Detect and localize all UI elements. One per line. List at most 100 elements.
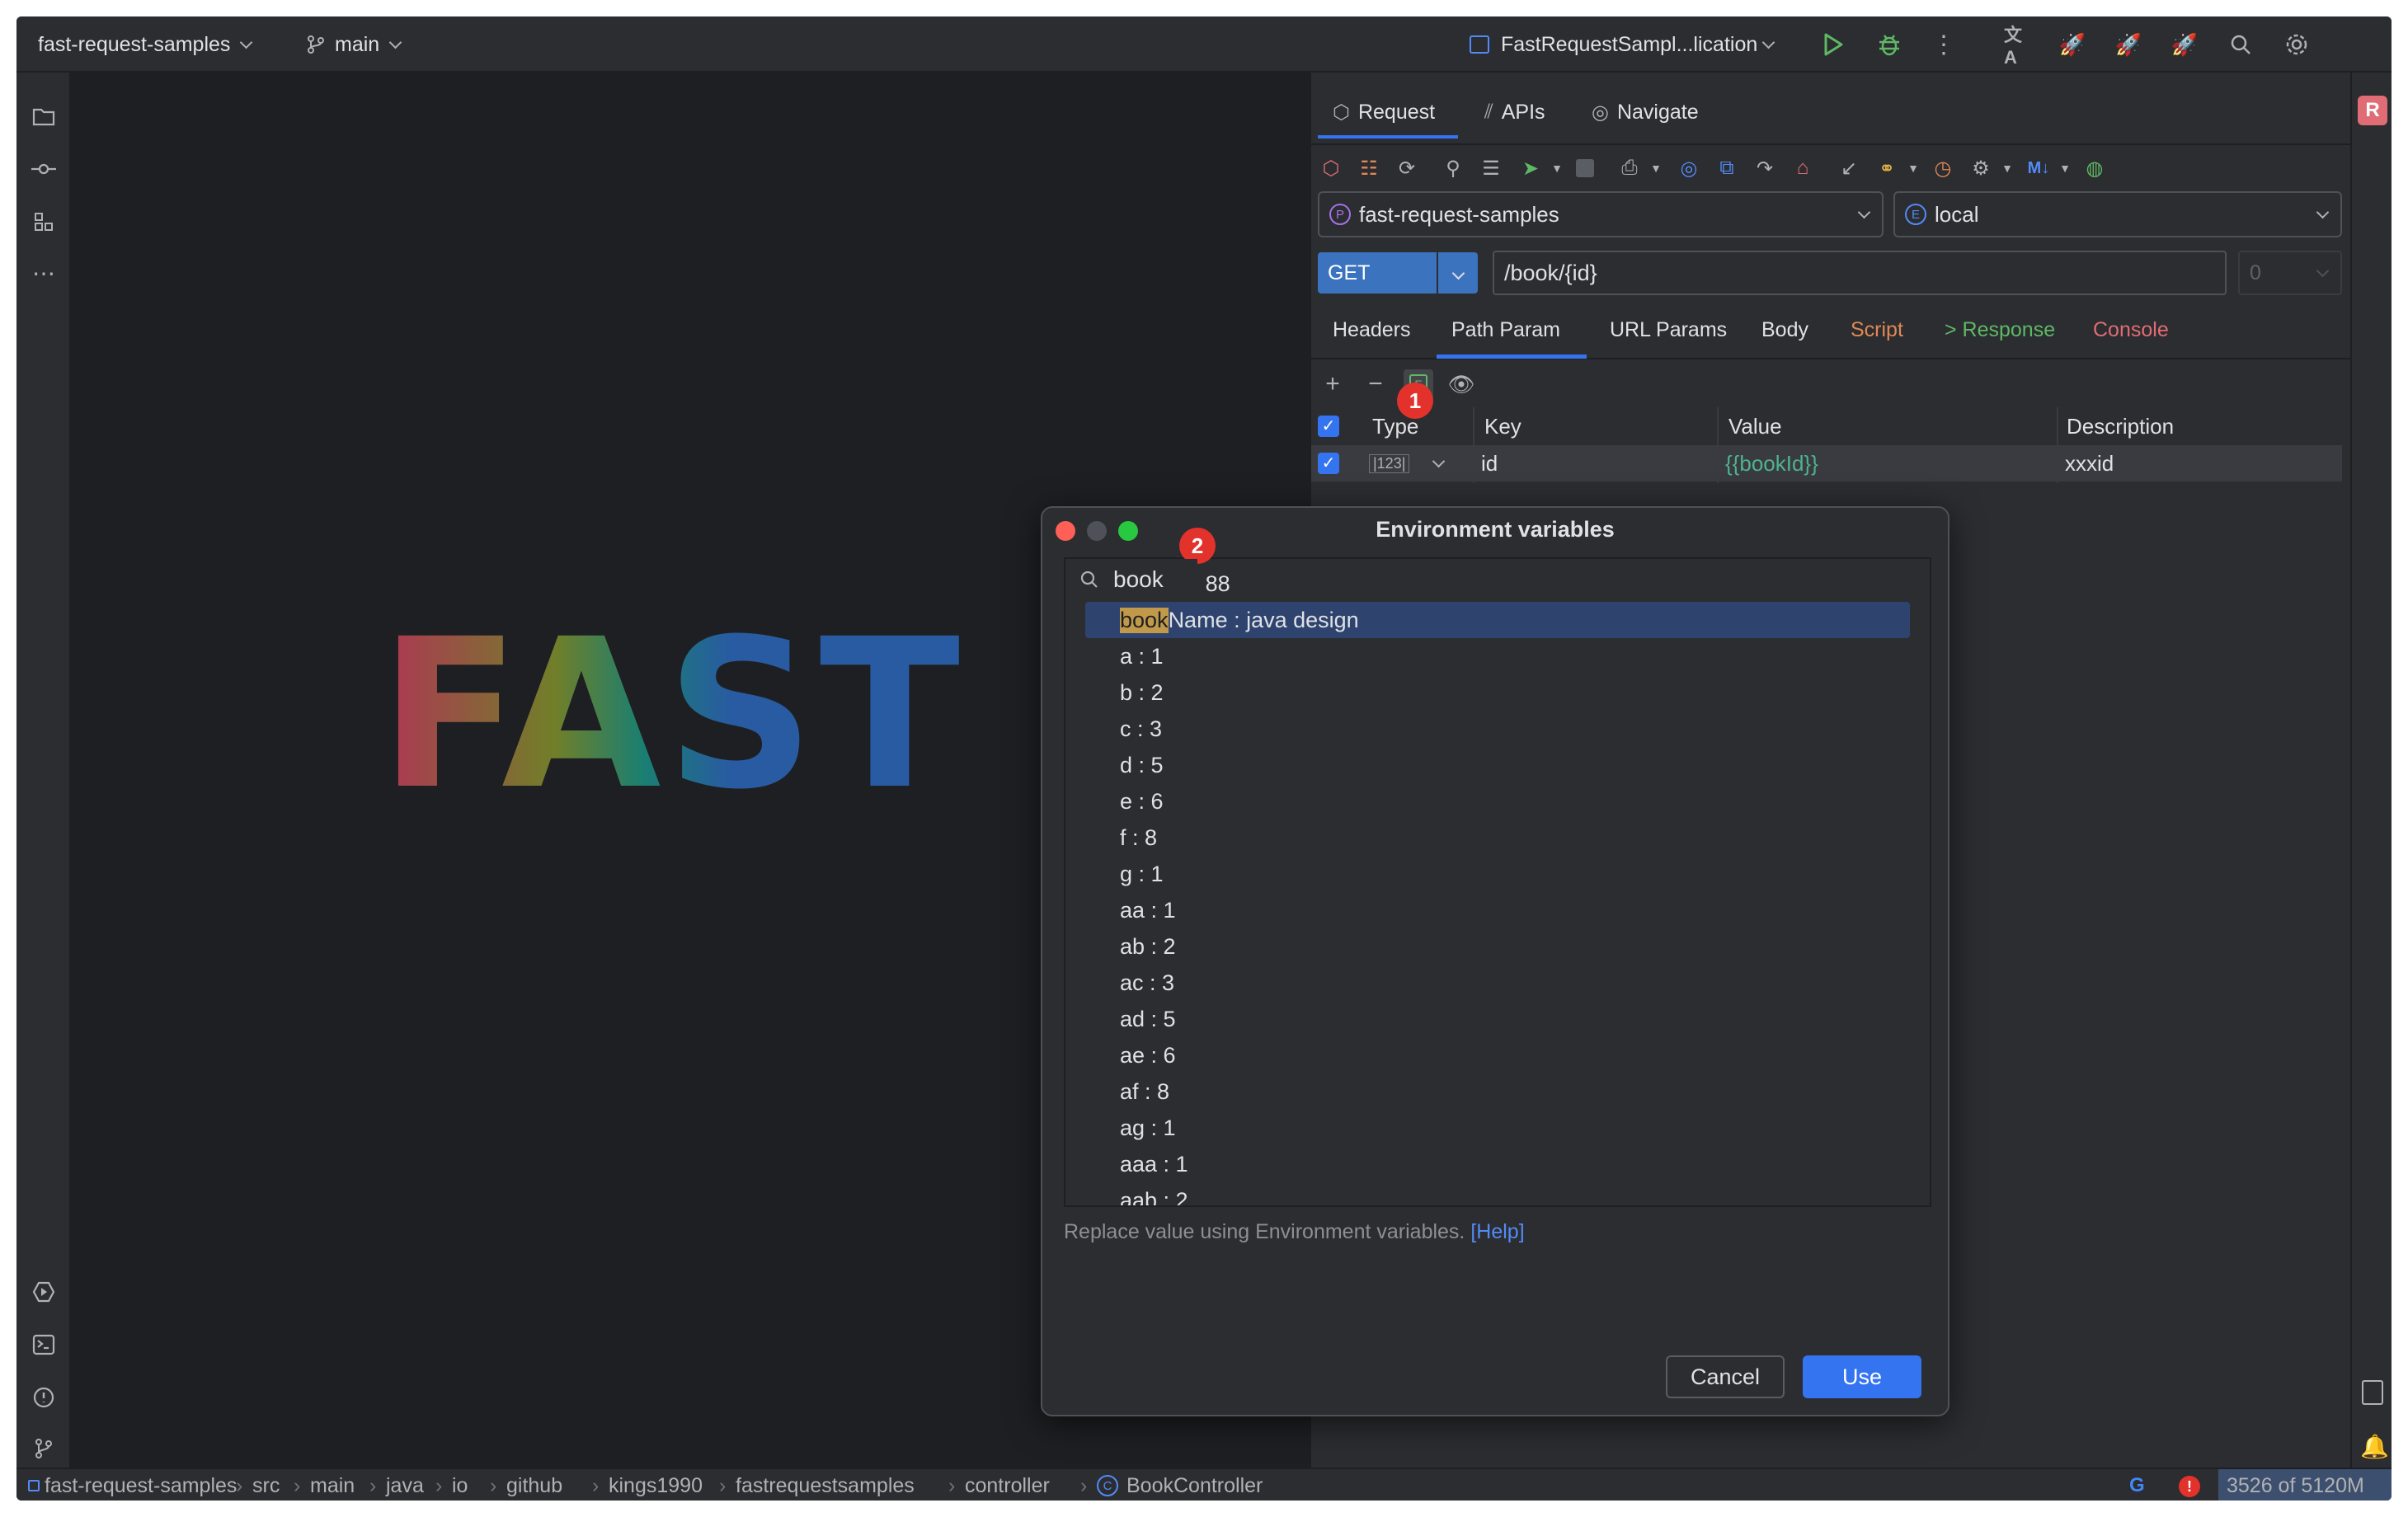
- more-tools-icon[interactable]: ⋯: [30, 259, 58, 287]
- hexagon-icon[interactable]: ⬡: [1318, 155, 1344, 181]
- save-icon[interactable]: ⎙: [1616, 155, 1643, 181]
- variable-list-item[interactable]: e : 6: [1085, 783, 1910, 820]
- table-row[interactable]: [1311, 445, 2342, 481]
- breadcrumb-item[interactable]: C BookController: [1097, 1469, 1263, 1501]
- find-api-icon[interactable]: ⚲: [1440, 155, 1466, 181]
- variable-list-item[interactable]: book Name : java design: [1085, 602, 1910, 638]
- variable-list-item[interactable]: c : 3: [1085, 711, 1910, 747]
- help-link[interactable]: [Help]: [1470, 1220, 1524, 1243]
- rocket-alt-icon[interactable]: 🚀: [2114, 31, 2142, 59]
- number-select[interactable]: 0: [2238, 251, 2342, 295]
- commit-icon[interactable]: [30, 155, 58, 183]
- project-folder-icon[interactable]: [30, 102, 58, 130]
- more-options-icon[interactable]: ⋮: [1930, 31, 1958, 59]
- target-icon[interactable]: ◎: [1676, 155, 1702, 181]
- tab-request[interactable]: ⬡ Request: [1333, 87, 1435, 137]
- copy-icon[interactable]: ⧉: [1714, 155, 1740, 181]
- variable-list-item[interactable]: ag : 1: [1085, 1110, 1910, 1146]
- error-icon[interactable]: !: [2179, 1476, 2200, 1497]
- breadcrumb-item[interactable]: main: [310, 1469, 355, 1501]
- variable-list-item[interactable]: b : 2: [1085, 674, 1910, 711]
- breadcrumb-item[interactable]: controller: [965, 1469, 1050, 1501]
- markdown-icon[interactable]: M↓: [2025, 155, 2052, 181]
- environment-select[interactable]: E local: [1893, 191, 2342, 237]
- variable-list-item[interactable]: d : 5: [1085, 747, 1910, 783]
- tab-url-params[interactable]: URL Params: [1610, 302, 1727, 358]
- tab-apis[interactable]: ⫽ APIs: [1484, 87, 1545, 137]
- run-config-selector[interactable]: FastRequestSampl...lication: [1470, 16, 1775, 73]
- breadcrumb-item[interactable]: src: [252, 1469, 280, 1501]
- config-dropdown-icon[interactable]: ▼: [1994, 155, 2020, 181]
- variables-list[interactable]: bookId : 88bookName : java designa : 1b …: [1065, 559, 1930, 1205]
- row-checkbox[interactable]: ✓: [1318, 445, 1339, 481]
- tab-script[interactable]: Script: [1851, 302, 1903, 358]
- import-icon[interactable]: ↙: [1836, 155, 1862, 181]
- breadcrumb-item[interactable]: io: [452, 1469, 468, 1501]
- variable-list-item[interactable]: ac : 3: [1085, 965, 1910, 1001]
- project-selector[interactable]: fast-request-samples: [38, 16, 253, 73]
- redo-icon[interactable]: ↷: [1752, 155, 1778, 181]
- remove-param-icon[interactable]: −: [1361, 369, 1390, 399]
- cancel-button[interactable]: Cancel: [1666, 1355, 1785, 1398]
- tab-headers[interactable]: Headers: [1333, 302, 1411, 358]
- tab-path-param[interactable]: Path Param: [1451, 302, 1560, 358]
- fast-request-plugin-icon[interactable]: R: [2358, 96, 2387, 125]
- memory-indicator[interactable]: 3526 of 5120M: [2218, 1469, 2392, 1501]
- problems-icon[interactable]: [30, 1383, 58, 1411]
- services-icon[interactable]: [30, 1278, 58, 1306]
- add-param-icon[interactable]: +: [1318, 369, 1347, 399]
- project-select[interactable]: P fast-request-samples: [1318, 191, 1884, 237]
- terminal-icon[interactable]: [30, 1331, 58, 1359]
- spring-icon[interactable]: ◍: [2081, 155, 2108, 181]
- variable-list-item[interactable]: bookId : 88: [1085, 566, 1910, 602]
- http-method-dropdown[interactable]: [1437, 252, 1478, 294]
- tab-response[interactable]: > Response: [1945, 302, 2055, 358]
- toolbox-icon[interactable]: ⌂: [1790, 155, 1816, 181]
- visibility-toggle-icon[interactable]: 👁: [1446, 369, 1476, 399]
- config-icon[interactable]: ⚙: [1968, 155, 1994, 181]
- use-button[interactable]: Use: [1803, 1355, 1921, 1398]
- breadcrumb-item[interactable]: fast-request-samples: [28, 1469, 237, 1501]
- breadcrumb-item[interactable]: java: [386, 1469, 424, 1501]
- send-dropdown-icon[interactable]: ▼: [1544, 155, 1570, 181]
- stop-icon[interactable]: [1572, 155, 1598, 181]
- breadcrumb-item[interactable]: kings1990: [609, 1469, 703, 1501]
- variable-list-item[interactable]: a : 1: [1085, 638, 1910, 674]
- tab-body[interactable]: Body: [1761, 302, 1808, 358]
- structure-icon[interactable]: [30, 208, 58, 236]
- branch-selector[interactable]: main: [305, 16, 402, 73]
- sliders-icon[interactable]: ☷: [1356, 155, 1382, 181]
- variable-list-item[interactable]: ab : 2: [1085, 928, 1910, 965]
- markdown-dropdown-icon[interactable]: ▼: [2052, 155, 2078, 181]
- search-icon[interactable]: [2227, 31, 2255, 59]
- run-icon[interactable]: [1819, 31, 1847, 59]
- tab-navigate[interactable]: ◎ Navigate: [1592, 87, 1699, 137]
- search-field[interactable]: book: [1065, 559, 1197, 600]
- refresh-icon[interactable]: ⟳: [1394, 155, 1420, 181]
- variable-list-item[interactable]: ad : 5: [1085, 1001, 1910, 1037]
- notifications-icon[interactable]: 🔔: [2360, 1433, 2389, 1460]
- stack-icon[interactable]: ☰: [1478, 155, 1504, 181]
- param-value-cell[interactable]: {{bookId}}: [1725, 445, 1818, 481]
- select-all-checkbox[interactable]: ✓: [1318, 407, 1339, 445]
- google-icon[interactable]: G: [2129, 1474, 2145, 1497]
- breadcrumb-item[interactable]: github: [506, 1469, 562, 1501]
- link-icon[interactable]: ⚭: [1874, 155, 1900, 181]
- param-key-cell[interactable]: id: [1481, 445, 1498, 481]
- param-description-cell[interactable]: xxxid: [2065, 445, 2114, 481]
- link-dropdown-icon[interactable]: ▼: [1900, 155, 1926, 181]
- search-input[interactable]: book: [1113, 566, 1164, 593]
- tab-console[interactable]: Console: [2093, 302, 2169, 358]
- variable-list-item[interactable]: af : 8: [1085, 1073, 1910, 1110]
- variable-list-item[interactable]: ae : 6: [1085, 1037, 1910, 1073]
- variable-list-item[interactable]: aaa : 1: [1085, 1146, 1910, 1182]
- git-icon[interactable]: [30, 1435, 58, 1463]
- variable-list-item[interactable]: g : 1: [1085, 856, 1910, 892]
- variable-list-item[interactable]: aab : 2: [1085, 1182, 1910, 1206]
- database-icon[interactable]: [2362, 1380, 2383, 1405]
- variable-list-item[interactable]: aa : 1: [1085, 892, 1910, 928]
- settings-icon[interactable]: [2283, 31, 2311, 59]
- history-icon[interactable]: ◷: [1930, 155, 1956, 181]
- variable-list-item[interactable]: f : 8: [1085, 820, 1910, 856]
- send-icon[interactable]: ➤: [1517, 155, 1544, 181]
